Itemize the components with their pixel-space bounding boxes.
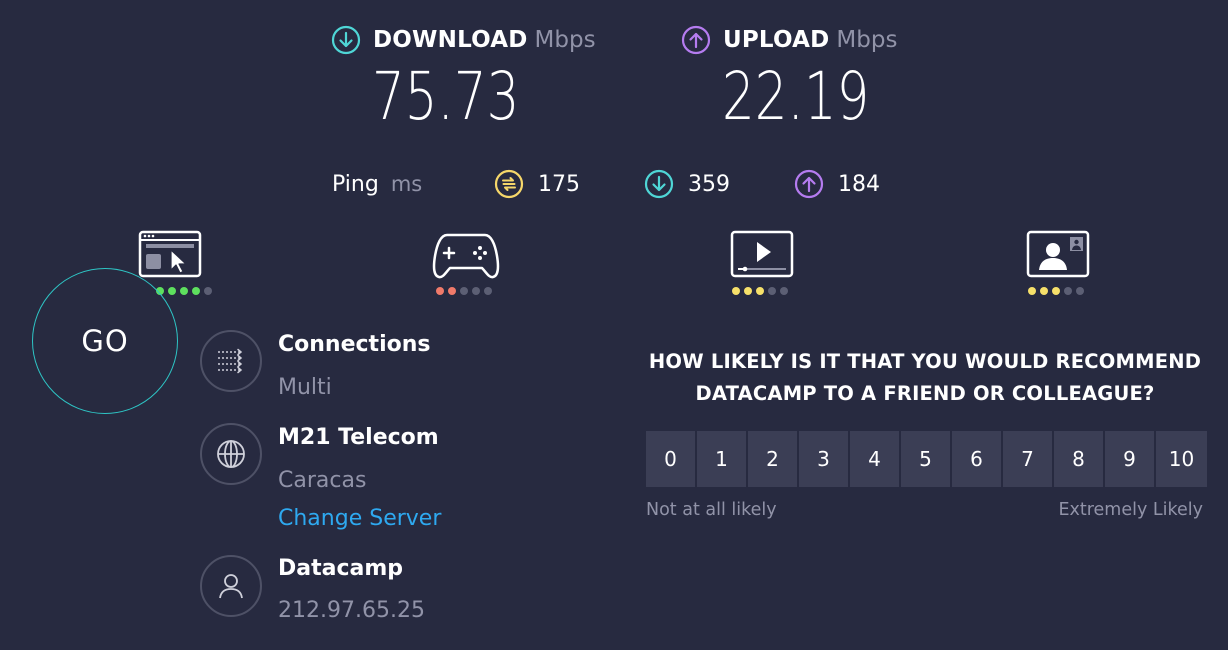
ping-idle: 175 — [494, 168, 580, 200]
rating-dot — [1028, 287, 1036, 295]
video-call-icon — [1026, 230, 1090, 278]
score-button-9[interactable]: 9 — [1105, 431, 1154, 487]
score-button-4[interactable]: 4 — [850, 431, 899, 487]
upload-label: UPLOAD — [723, 27, 830, 53]
rating-dot — [1076, 287, 1084, 295]
provider-name: Datacamp — [278, 556, 404, 581]
ping-heading: Ping ms — [332, 168, 422, 200]
video-streaming-rating — [732, 287, 788, 295]
ping-upload-value: 184 — [838, 171, 880, 197]
ping-idle-icon — [494, 169, 524, 199]
score-button-6[interactable]: 6 — [952, 431, 1001, 487]
score-button-7[interactable]: 7 — [1003, 431, 1052, 487]
server-name: M21 Telecom — [278, 425, 439, 450]
server-location: Caracas — [278, 468, 367, 493]
globe-icon — [217, 440, 245, 468]
provider-icon-wrap — [200, 555, 262, 617]
gaming-icon — [432, 233, 500, 279]
upload-header: UPLOAD Mbps — [681, 24, 897, 56]
rating-dot — [472, 287, 480, 295]
download-value: 75.73 — [372, 58, 520, 135]
rating-dot — [448, 287, 456, 295]
connections-mode[interactable]: Multi — [278, 375, 332, 400]
rating-dot — [756, 287, 764, 295]
scale-low-label: Not at all likely — [646, 500, 777, 520]
ping-download-value: 359 — [688, 171, 730, 197]
ping-download: 359 — [644, 168, 730, 200]
upload-value: 22.19 — [722, 58, 870, 135]
rating-dot — [204, 287, 212, 295]
rating-dot — [768, 287, 776, 295]
download-label: DOWNLOAD — [373, 27, 528, 53]
rating-dot — [168, 287, 176, 295]
rating-dot — [460, 287, 468, 295]
score-button-2[interactable]: 2 — [748, 431, 797, 487]
score-button-0[interactable]: 0 — [646, 431, 695, 487]
survey-scale: 0 1 2 3 4 5 6 7 8 9 10 — [646, 431, 1207, 487]
arrow-up-circle-icon — [794, 169, 824, 199]
video-streaming-icon — [730, 230, 794, 278]
rating-dot — [744, 287, 752, 295]
rating-dot — [484, 287, 492, 295]
download-unit: Mbps — [534, 27, 596, 53]
connections-title: Connections — [278, 332, 431, 357]
ping-idle-value: 175 — [538, 171, 580, 197]
score-button-10[interactable]: 10 — [1156, 431, 1207, 487]
rating-dot — [180, 287, 188, 295]
score-button-8[interactable]: 8 — [1054, 431, 1103, 487]
ping-label: Ping — [332, 171, 379, 197]
connections-icon — [218, 348, 243, 374]
survey-question: HOW LIKELY IS IT THAT YOU WOULD RECOMMEN… — [640, 346, 1210, 410]
web-browsing-rating — [156, 287, 212, 295]
score-button-5[interactable]: 5 — [901, 431, 950, 487]
rating-dot — [1052, 287, 1060, 295]
connections-icon-wrap — [200, 330, 262, 392]
change-server-link[interactable]: Change Server — [278, 506, 441, 531]
rating-dot — [436, 287, 444, 295]
ping-upload: 184 — [794, 168, 880, 200]
arrow-down-circle-icon — [331, 25, 361, 55]
gaming-rating — [436, 287, 492, 295]
upload-unit: Mbps — [836, 27, 898, 53]
rating-dot — [732, 287, 740, 295]
arrow-down-circle-icon — [644, 169, 674, 199]
user-icon — [219, 574, 243, 599]
rating-dot — [192, 287, 200, 295]
go-label: GO — [81, 324, 129, 358]
video-call-rating — [1028, 287, 1084, 295]
score-button-1[interactable]: 1 — [697, 431, 746, 487]
survey-question-line2: DATACAMP TO A FRIEND OR COLLEAGUE? — [695, 382, 1155, 405]
rating-dot — [1064, 287, 1072, 295]
scale-high-label: Extremely Likely — [1058, 500, 1203, 520]
download-header: DOWNLOAD Mbps — [331, 24, 596, 56]
server-icon-wrap — [200, 423, 262, 485]
rating-dot — [780, 287, 788, 295]
rating-dot — [1040, 287, 1048, 295]
ping-unit: ms — [390, 172, 423, 196]
arrow-up-circle-icon — [681, 25, 711, 55]
go-button[interactable]: GO — [32, 268, 178, 414]
survey-question-line1: HOW LIKELY IS IT THAT YOU WOULD RECOMMEN… — [648, 350, 1202, 373]
score-button-3[interactable]: 3 — [799, 431, 848, 487]
provider-ip: 212.97.65.25 — [278, 598, 425, 623]
